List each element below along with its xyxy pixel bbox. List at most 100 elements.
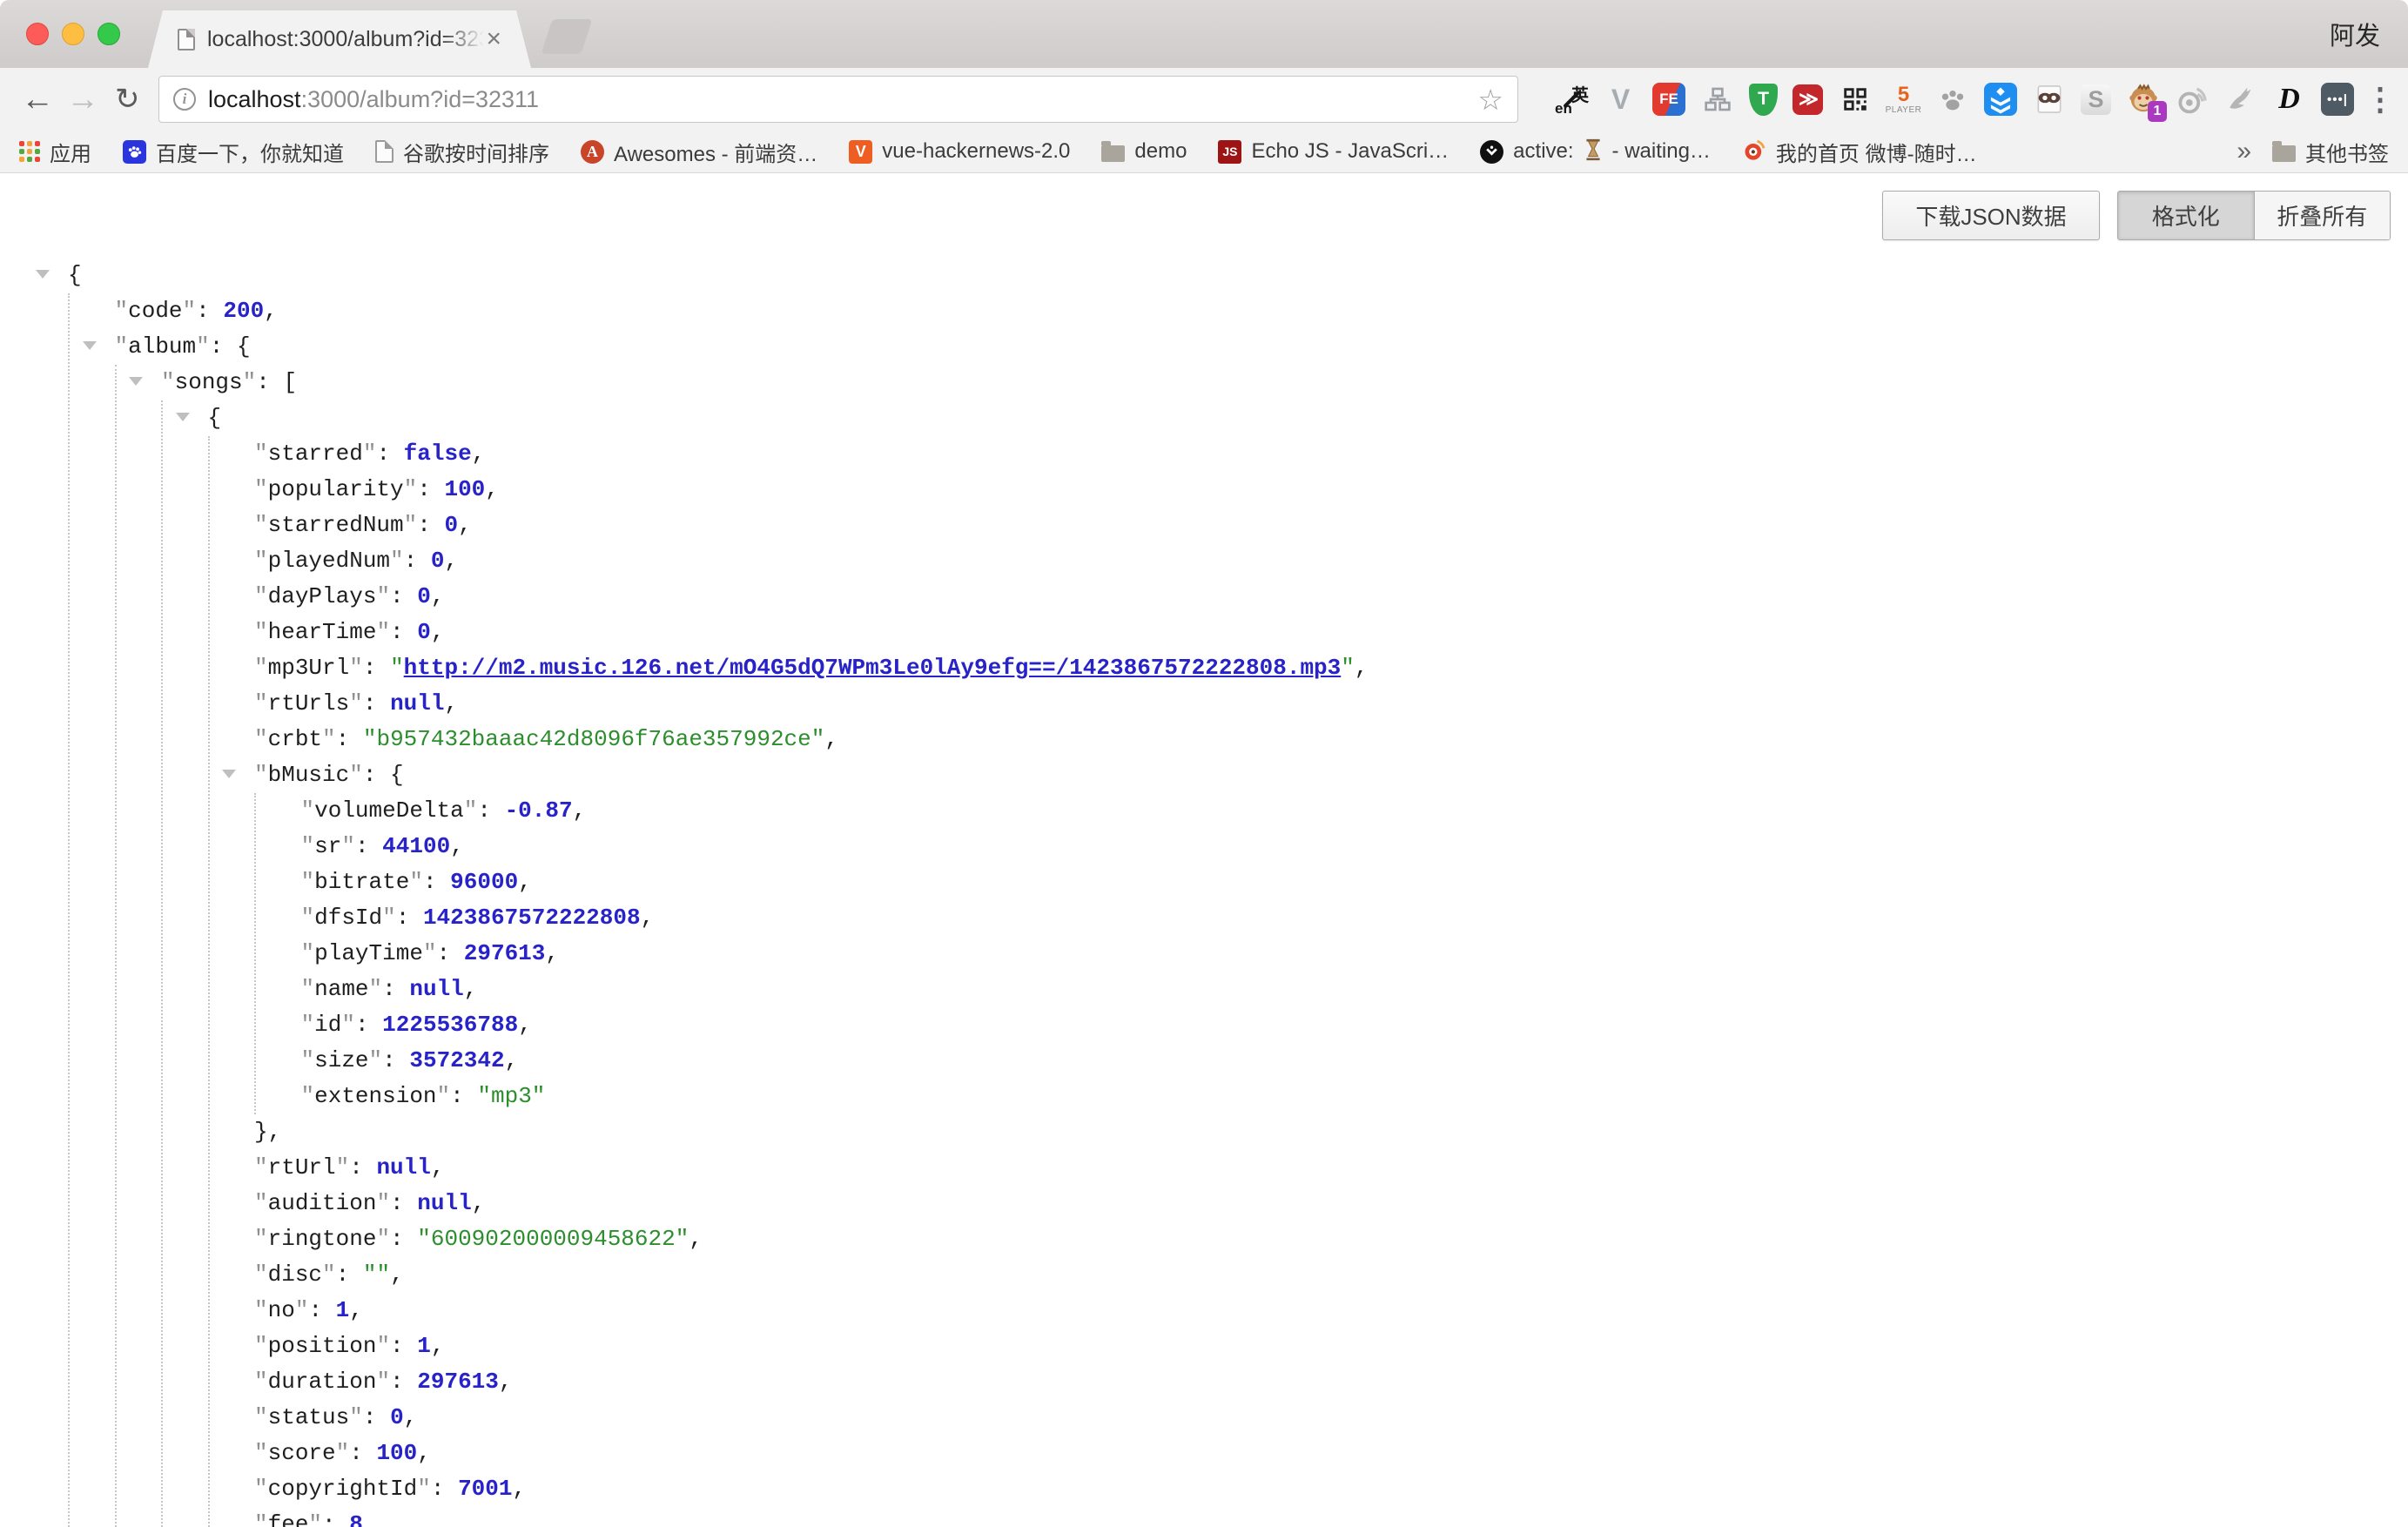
nutstore-sync-extension-icon[interactable] [1984,83,2017,116]
json-punct: { [208,405,222,431]
json-key: score [254,1440,349,1466]
reload-button[interactable]: ↻ [115,68,140,131]
minimize-window-button[interactable] [62,23,84,45]
json-line: copyrightId: 7001, [0,1471,2408,1507]
video-speed-extension-icon[interactable]: ≫ [1793,84,1823,115]
mp3-url-link[interactable]: http://m2.music.126.net/mO4G5dQ7WPm3Le0l… [404,655,1342,681]
translate-extension-icon[interactable]: 英en [1555,83,1589,117]
json-punct: : [390,1190,417,1216]
extension-icons: 英enVFET≫5PLAYERS1D•••| [1555,68,2354,131]
bookmark-label: 应用 [50,137,91,167]
close-window-button[interactable] [26,23,49,45]
bird-extension-icon[interactable] [2223,83,2257,117]
json-line: starred: false, [0,436,2408,472]
other-bookmarks-folder[interactable]: 其他书签 [2272,137,2389,167]
collapse-toggle-icon[interactable] [83,341,97,350]
extension-badge: 1 [2148,101,2167,122]
baidu-icon [123,140,146,164]
bookmark-demo-folder[interactable]: demo [1101,139,1187,164]
bookmark-baidu[interactable]: 百度一下，你就知道 [123,137,344,167]
qrcode-extension-icon[interactable] [1838,83,1872,117]
weibo-share-extension-icon[interactable] [2175,83,2209,117]
fehelper-extension-icon[interactable]: FE [1652,83,1685,116]
json-punct: , [349,1297,363,1323]
json-number: null [376,1154,430,1181]
json-key: duration [254,1369,390,1395]
json-number: 297613 [464,940,546,966]
shield-t-extension-icon[interactable]: T [1749,84,1778,116]
json-punct: : [404,548,431,574]
json-punct: , [641,905,655,931]
profile-name[interactable]: 阿发 [2330,0,2380,68]
json-punct: , [545,940,559,966]
new-tab-button[interactable] [541,19,593,54]
json-viewer: {code: 200,album: {songs: [{starred: fal… [0,258,2408,1527]
bookmark-vue-hackernews[interactable]: Vvue-hackernews-2.0 [849,139,1070,164]
json-punct: : [417,476,444,502]
collapse-all-button[interactable]: 折叠所有 [2255,192,2391,239]
page-info-icon[interactable]: i [173,88,196,111]
title-bar: localhost:3000/album?id=323 × 阿发 [0,0,2408,68]
json-line: rtUrl: null, [0,1150,2408,1186]
bookmark-star-icon[interactable]: ☆ [1477,83,1503,117]
zoom-window-button[interactable] [98,23,120,45]
json-punct: , [264,298,278,324]
js-red-icon: JS [1218,140,1241,164]
devdocs-extension-icon[interactable]: D [2272,83,2306,117]
sitemap-extension-icon[interactable] [1700,83,1734,117]
bookmark-active-waiting[interactable]: active:- waiting… [1480,138,1711,165]
bookmark-label: - waiting… [1612,139,1711,164]
json-key: bMusic [254,762,363,788]
browser-tab[interactable]: localhost:3000/album?id=323 × [148,10,531,68]
json-punct: : [363,1404,390,1430]
html5-player-extension-icon[interactable]: 5PLAYER [1887,83,1920,117]
json-key: extension [301,1083,451,1109]
json-punct: : [196,298,223,324]
json-line: playTime: 297613, [0,936,2408,972]
json-string: 600902000009458622 [417,1226,689,1252]
vue-devtools-extension-icon[interactable]: V [1604,83,1638,117]
json-punct: : { [363,762,404,788]
download-json-button[interactable]: 下载JSON数据 [1882,191,2100,240]
collapse-toggle-icon[interactable] [129,377,143,386]
json-number: 1423867572222808 [423,905,641,931]
json-line: playedNum: 0, [0,543,2408,579]
collapse-toggle-icon[interactable] [36,270,50,279]
bookmarks-overflow-icon[interactable]: » [2236,137,2251,166]
json-punct: : [423,869,450,895]
json-punct: , [363,1511,377,1527]
proxy-s-extension-icon[interactable]: S [2081,84,2111,115]
v-orange-icon: V [849,140,872,164]
json-line: rtUrls: null, [0,686,2408,722]
bookmark-weibo-home[interactable]: 我的首页 微博-随时… [1742,137,1977,167]
json-punct: , [431,619,445,645]
address-bar[interactable]: i localhost:3000/album?id=32311 ☆ [158,76,1518,123]
back-button[interactable]: ← [21,68,54,131]
bookmark-echo-js[interactable]: JSEcho JS - JavaScri… [1218,139,1449,164]
bookmark-google-by-time[interactable]: 谷歌按时间排序 [375,137,549,167]
json-punct: , [472,441,486,467]
json-line: { [0,258,2408,293]
page-favicon-icon [178,29,195,50]
monkey-scripts-extension-icon[interactable]: 1 [2126,83,2160,117]
chrome-menu-icon[interactable]: ⋮ [2364,68,2396,131]
json-key: hearTime [254,619,390,645]
user-agent-mask-extension-icon[interactable] [2032,83,2066,117]
json-line: bitrate: 96000, [0,864,2408,900]
json-punct: : [376,441,403,467]
password-dots-extension-icon[interactable]: •••| [2321,83,2354,116]
format-button[interactable]: 格式化 [2118,192,2255,239]
bookmark-awesomes[interactable]: AAwesomes - 前端资… [581,137,817,167]
json-key: fee [254,1511,322,1527]
tab-close-icon[interactable]: × [486,26,501,52]
json-number: 0 [444,512,458,538]
json-punct: : [396,905,423,931]
url-text[interactable]: localhost:3000/album?id=32311 [208,86,539,113]
collapse-toggle-icon[interactable] [176,413,190,421]
paw-gestures-extension-icon[interactable] [1935,83,1969,117]
json-key: bitrate [301,869,423,895]
json-number: 100 [376,1440,417,1466]
json-punct: , [472,1190,486,1216]
collapse-toggle-icon[interactable] [222,770,236,778]
bookmark-apps[interactable]: 应用 [19,137,91,167]
